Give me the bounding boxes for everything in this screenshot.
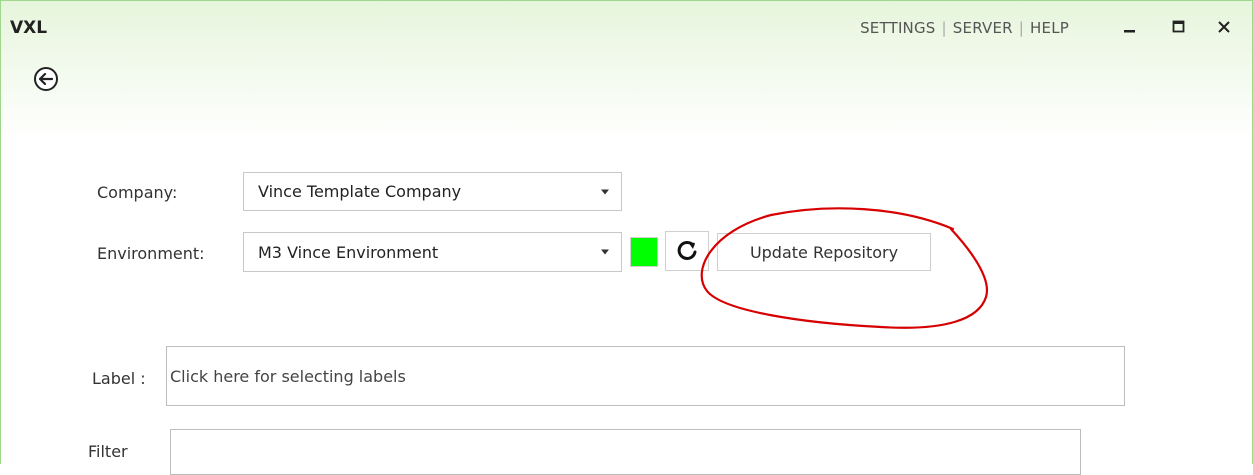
nav-separator: | <box>941 19 947 37</box>
top-navigation: SETTINGS | SERVER | HELP <box>860 19 1069 37</box>
maximize-icon <box>1172 20 1185 33</box>
settings-link[interactable]: SETTINGS <box>860 19 935 37</box>
minimize-icon <box>1124 30 1135 33</box>
label-selector-placeholder: Click here for selecting labels <box>170 366 406 386</box>
company-select-value: Vince Template Company <box>258 182 462 201</box>
server-link[interactable]: SERVER <box>953 19 1013 37</box>
company-select[interactable]: Vince Template Company <box>243 172 622 211</box>
company-label: Company: <box>97 183 178 202</box>
environment-select[interactable]: M3 Vince Environment <box>243 232 622 272</box>
refresh-icon <box>677 240 697 260</box>
minimize-button[interactable] <box>1118 15 1142 39</box>
arrow-left-icon <box>39 73 53 85</box>
label-selector-input[interactable]: Click here for selecting labels <box>166 346 1125 406</box>
app-title: VXL <box>10 18 48 38</box>
nav-separator: | <box>1018 19 1025 37</box>
close-button[interactable] <box>1212 15 1236 39</box>
app-window: VXL SETTINGS | SERVER | HELP Company: Vince … <box>0 0 1253 475</box>
filter-label: Filter <box>88 442 128 461</box>
chevron-down-icon <box>601 249 609 255</box>
environment-select-value: M3 Vince Environment <box>258 242 439 262</box>
environment-status-indicator <box>630 237 658 267</box>
environment-label: Environment: <box>97 244 205 263</box>
back-button[interactable] <box>34 67 58 91</box>
help-link[interactable]: HELP <box>1030 19 1069 37</box>
maximize-button[interactable] <box>1167 15 1191 39</box>
close-icon <box>1218 21 1230 33</box>
update-repository-button[interactable]: Update Repository <box>717 233 931 271</box>
refresh-button[interactable] <box>665 231 709 271</box>
chevron-down-icon <box>601 189 609 194</box>
filter-input[interactable] <box>170 429 1081 475</box>
label-field-label: Label : <box>92 369 146 388</box>
